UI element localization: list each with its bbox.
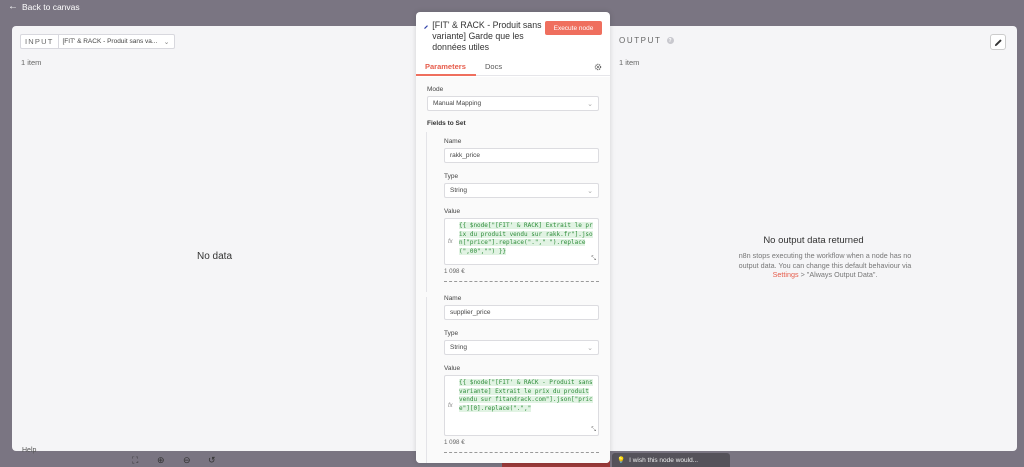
output-empty-description: n8n stops executing the workflow when a … [730, 251, 920, 280]
expression-result: 1 098 € [444, 268, 465, 275]
node-header: [FIT' & RACK - Produit sans variante] Ga… [424, 20, 544, 53]
mode-label: Mode [427, 86, 444, 93]
field-value-label: Value [444, 365, 461, 372]
field-name-value: rakk_price [450, 152, 480, 159]
chevron-down-icon: ⌄ [163, 38, 170, 46]
field-type-select[interactable]: String ⌄ [444, 183, 599, 198]
chevron-down-icon: ⌄ [587, 187, 593, 195]
field-type-value: String [450, 344, 467, 351]
back-to-canvas-link[interactable]: ← Back to canvas [8, 1, 80, 12]
input-header: INPUT [FIT' & RACK - Produit sans va... … [20, 34, 175, 49]
node-settings-panel: [FIT' & RACK - Produit sans variante] Ga… [416, 12, 610, 463]
output-header: OUTPUT ? [619, 36, 674, 45]
field-type-value: String [450, 187, 467, 194]
field-value-label: Value [444, 208, 461, 215]
chevron-down-icon: ⌄ [587, 344, 593, 352]
tab-parameters[interactable]: Parameters [425, 62, 466, 71]
feedback-button[interactable]: 💡 I wish this node would... [612, 453, 730, 467]
input-node-select[interactable]: [FIT' & RACK - Produit sans va... ⌄ [58, 34, 175, 49]
feedback-label: I wish this node would... [629, 456, 699, 464]
output-empty-title: No output data returned [763, 235, 864, 246]
field-name-label: Name [444, 295, 462, 302]
node-title[interactable]: [FIT' & RACK - Produit sans variante] Ga… [432, 20, 544, 53]
node-tabs: Parameters Docs [416, 61, 610, 76]
info-icon[interactable]: ? [666, 37, 674, 44]
open-expression-icon[interactable]: ⤡ [591, 427, 596, 434]
field-group-border [426, 132, 427, 292]
settings-link[interactable]: Settings [773, 270, 799, 279]
field-divider [444, 281, 599, 282]
expression-editor[interactable]: fx {{ $node["[FIT' & RACK - Produit sans… [444, 375, 599, 436]
expression-code: {{ $node["[FIT' & RACK] Extrait le prix … [459, 222, 593, 255]
field-type-label: Type [444, 173, 459, 180]
field-type-label: Type [444, 330, 459, 337]
input-node-select-value: [FIT' & RACK - Produit sans va... [62, 38, 158, 45]
tab-docs[interactable]: Docs [485, 62, 502, 71]
gear-icon[interactable] [594, 63, 602, 71]
field-group-border [426, 297, 427, 463]
zoom-in-icon[interactable]: ⊕ [157, 455, 165, 466]
field-name-value: supplier_price [450, 309, 491, 316]
execute-node-button[interactable]: Execute node [545, 21, 602, 35]
output-item-count: 1 item [619, 58, 640, 67]
fx-icon: fx [448, 402, 453, 409]
parameters-body: Mode Manual Mapping ⌄ Fields to Set Name… [416, 77, 610, 463]
reset-zoom-icon[interactable]: ↺ [208, 455, 216, 466]
input-tag: INPUT [20, 34, 59, 49]
help-link[interactable]: Help [22, 447, 36, 454]
fx-icon: fx [448, 238, 453, 245]
output-desc-text: n8n stops executing the workflow when a … [738, 251, 912, 270]
arrow-left-icon: ← [8, 1, 18, 12]
edit-output-button[interactable] [990, 34, 1006, 50]
mode-select-value: Manual Mapping [433, 100, 482, 107]
expression-editor[interactable]: fx {{ $node["[FIT' & RACK] Extrait le pr… [444, 218, 599, 265]
field-name-input[interactable]: supplier_price [444, 305, 599, 320]
output-tag: OUTPUT [619, 36, 662, 45]
pencil-icon [994, 38, 1002, 46]
field-divider [444, 452, 599, 453]
lightbulb-icon: 💡 [617, 457, 626, 464]
open-expression-icon[interactable]: ⤡ [591, 256, 596, 263]
back-to-canvas-label: Back to canvas [22, 1, 80, 12]
input-no-data: No data [197, 251, 233, 262]
pencil-icon[interactable] [424, 22, 428, 32]
fields-to-set-label: Fields to Set [427, 120, 466, 127]
chevron-down-icon: ⌄ [587, 100, 593, 108]
active-tab-indicator [416, 74, 476, 76]
field-name-input[interactable]: rakk_price [444, 148, 599, 163]
output-panel: OUTPUT ? 1 item No output data returned … [610, 26, 1017, 451]
input-item-count: 1 item [21, 58, 42, 67]
zoom-out-icon[interactable]: ⊖ [183, 455, 191, 466]
fit-view-icon[interactable]: ⛶ [132, 455, 138, 466]
input-panel: INPUT [FIT' & RACK - Produit sans va... … [12, 26, 416, 451]
output-desc-text-end: > "Always Output Data". [798, 270, 878, 279]
field-name-label: Name [444, 138, 462, 145]
mode-select[interactable]: Manual Mapping ⌄ [427, 96, 599, 111]
expression-result: 1 098 € [444, 439, 465, 446]
expression-code: {{ $node["[FIT' & RACK - Produit sans va… [459, 379, 593, 412]
field-type-select[interactable]: String ⌄ [444, 340, 599, 355]
